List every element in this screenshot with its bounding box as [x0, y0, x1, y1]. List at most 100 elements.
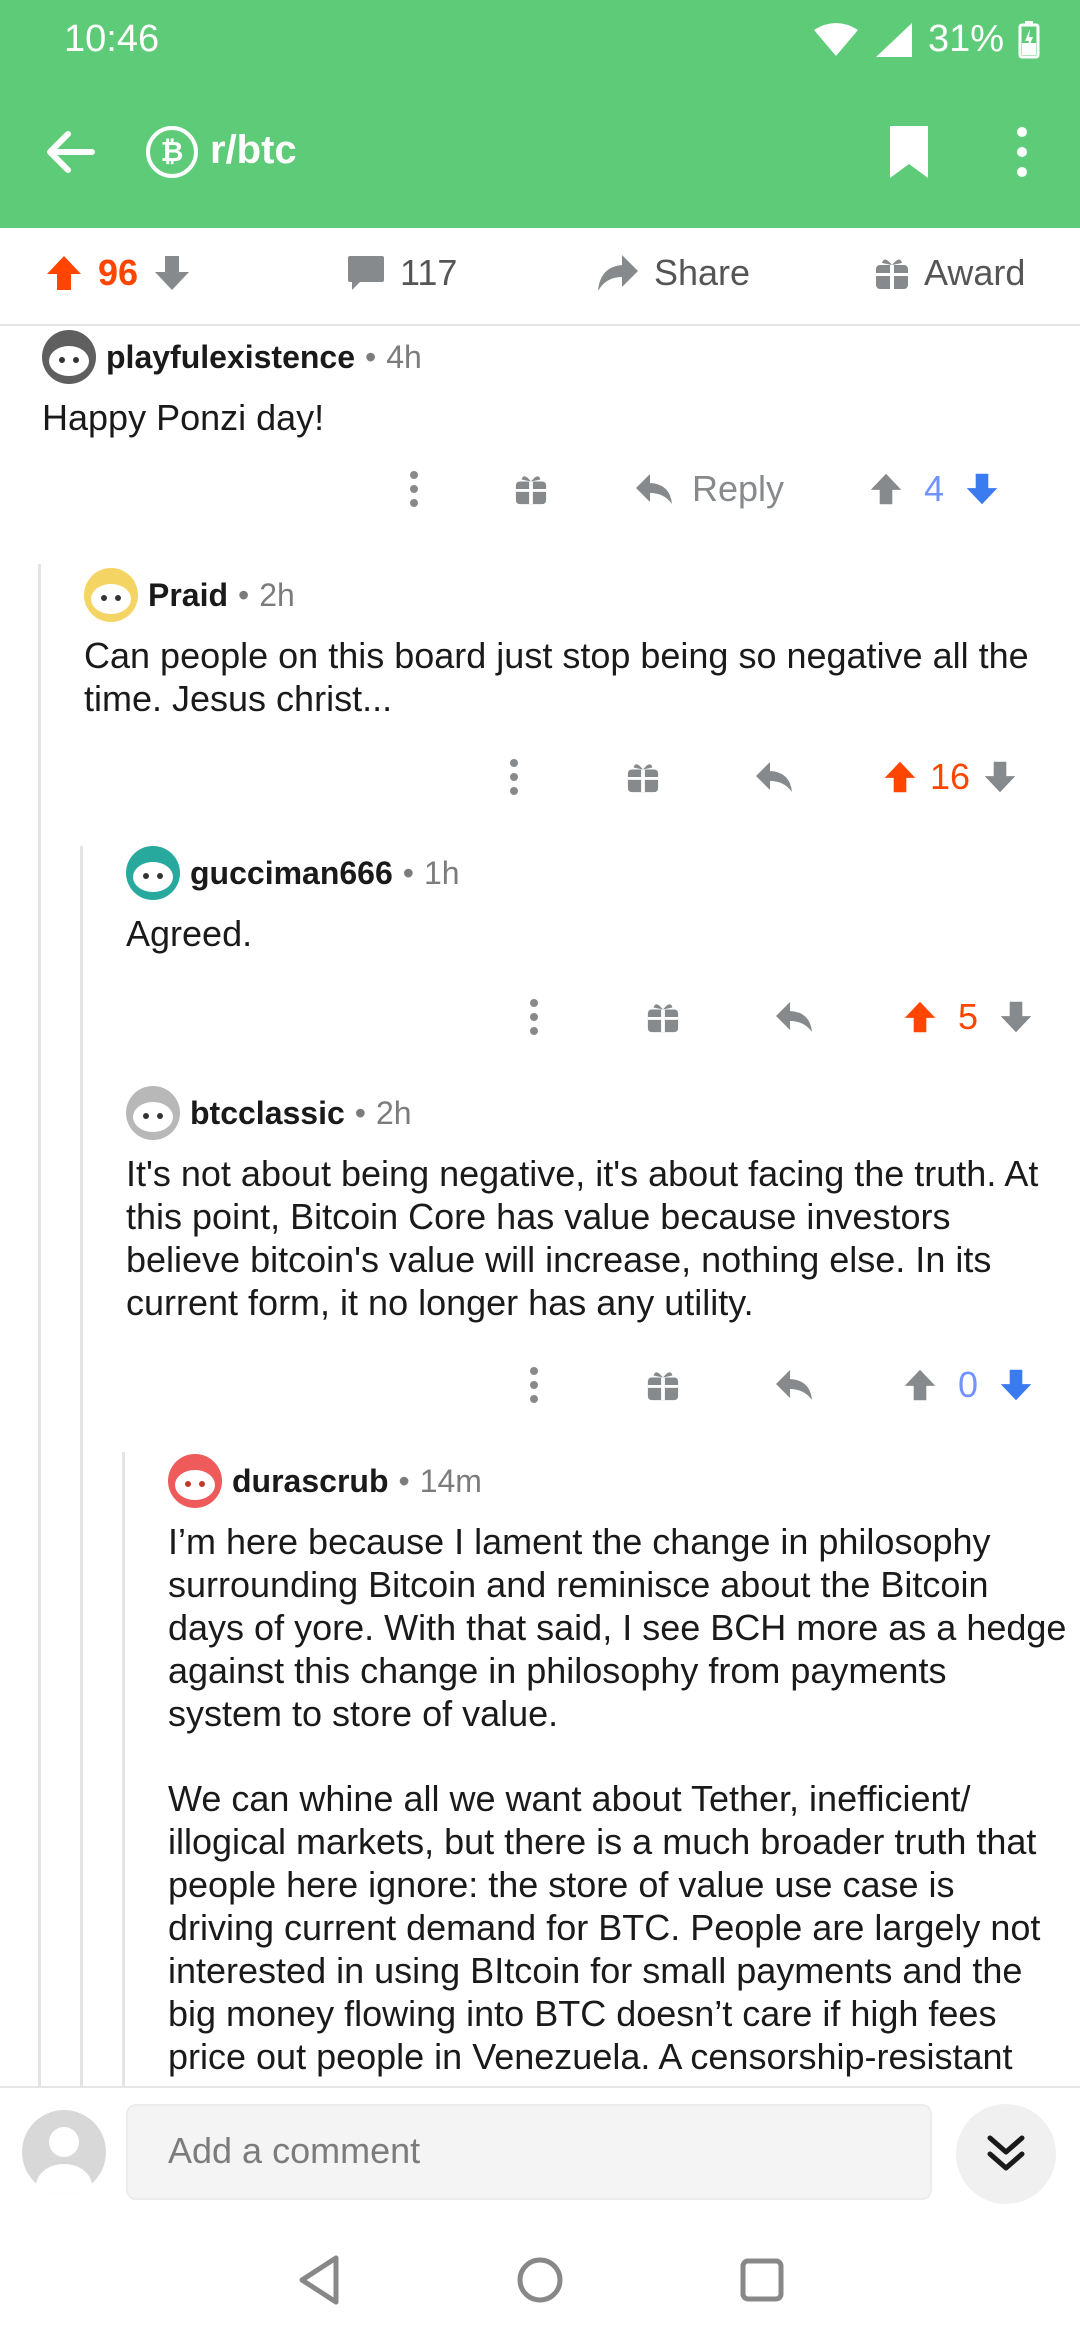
- more-options-icon[interactable]: [506, 759, 522, 795]
- comment: gucciman666 • 1h Agreed.: [126, 846, 1066, 955]
- downvote-icon[interactable]: [998, 1367, 1034, 1403]
- system-nav-bar: [0, 2220, 1080, 2340]
- more-options-icon[interactable]: [526, 1367, 542, 1403]
- post-comment-count: 117: [400, 252, 458, 293]
- subreddit-icon[interactable]: ₿: [146, 126, 198, 178]
- comment-time: 14m: [419, 1462, 482, 1499]
- comment-paragraph: We can whine all we want about Tether, i…: [168, 1778, 1041, 2077]
- comment-vote-group: 16: [882, 756, 1018, 798]
- comment: durascrub • 14m I’m here because I lamen…: [168, 1454, 1068, 2078]
- comment-time: 4h: [386, 338, 422, 375]
- thread-line: [122, 1452, 125, 2086]
- more-options-icon[interactable]: [406, 471, 422, 507]
- reply-button[interactable]: Reply: [634, 468, 784, 510]
- meta-separator: •: [402, 854, 414, 891]
- meta-separator: •: [238, 576, 250, 613]
- comment-username[interactable]: gucciman666: [190, 855, 393, 892]
- app-bar: ₿ r/btc: [0, 100, 1080, 204]
- comment: btcclassic • 2h It's not about being neg…: [126, 1086, 1066, 1324]
- reply-arrow-icon[interactable]: [754, 760, 794, 794]
- upvote-icon[interactable]: [868, 471, 904, 507]
- comment: playfulexistence • 4h Happy Ponzi day!: [42, 330, 1052, 439]
- meta-separator: •: [398, 1462, 410, 1499]
- double-chevron-down-icon: [987, 2135, 1025, 2171]
- comment-text: Happy Ponzi day!: [42, 397, 325, 438]
- downvote-icon[interactable]: [998, 999, 1034, 1035]
- comment-body: Happy Ponzi day!: [42, 396, 1052, 439]
- cellular-signal-icon: [875, 22, 912, 57]
- wifi-icon: [813, 22, 858, 56]
- reply-arrow-icon[interactable]: [774, 1000, 814, 1034]
- comment-vote-group: 5: [902, 996, 1034, 1038]
- award-label: Award: [924, 252, 1026, 293]
- reply-label: Reply: [692, 468, 785, 509]
- nav-back-icon[interactable]: [290, 2250, 350, 2310]
- comment-time: 1h: [423, 854, 460, 891]
- comment-actions: 16: [506, 756, 1018, 798]
- comment-time: 2h: [375, 1094, 412, 1131]
- comment-composer-bar: Add a comment: [0, 2086, 1080, 2220]
- comment-text: It's not about being negative, it's abou…: [126, 1153, 1039, 1323]
- comment-bubble-icon: [348, 256, 384, 290]
- post-score: 96: [98, 252, 139, 293]
- comment-body: I’m here because I lament the change in …: [168, 1520, 1068, 2078]
- upvote-icon[interactable]: [902, 1367, 938, 1403]
- post-award-button[interactable]: Award: [874, 252, 1025, 294]
- user-avatar[interactable]: [126, 1086, 180, 1140]
- more-options-icon[interactable]: [526, 999, 542, 1035]
- comment-actions: 5: [526, 996, 1034, 1038]
- downvote-icon[interactable]: [982, 759, 1018, 795]
- user-avatar[interactable]: [42, 330, 96, 384]
- comment-username[interactable]: btcclassic: [190, 1095, 345, 1132]
- status-time: 10:46: [64, 18, 160, 60]
- share-label: Share: [654, 252, 751, 293]
- comment-vote-group: 0: [902, 1364, 1034, 1406]
- gift-icon[interactable]: [626, 760, 660, 794]
- gift-icon[interactable]: [514, 472, 548, 506]
- post-comments-button[interactable]: 117: [346, 252, 457, 294]
- comment-text: Can people on this board just stop being…: [84, 635, 1029, 719]
- expand-comments-button[interactable]: [956, 2104, 1056, 2204]
- comment-username[interactable]: Praid: [148, 577, 228, 614]
- comment-time: 2h: [259, 576, 295, 613]
- app-header: 10:46 31% ₿ r/btc: [0, 0, 1080, 228]
- comment-score: 5: [957, 996, 979, 1037]
- nav-home-icon[interactable]: [510, 2250, 570, 2310]
- nav-recents-icon[interactable]: [732, 2250, 792, 2310]
- battery-percent: 31%: [927, 18, 1004, 60]
- add-comment-input[interactable]: Add a comment: [126, 2104, 932, 2200]
- user-avatar[interactable]: [168, 1454, 222, 1508]
- comment-score: 16: [930, 756, 971, 797]
- comment: Praid • 2h Can people on this board just…: [84, 568, 1064, 720]
- gift-icon[interactable]: [646, 1000, 680, 1034]
- upvote-icon[interactable]: [44, 253, 84, 293]
- comment-username[interactable]: playfulexistence: [106, 339, 355, 376]
- downvote-icon[interactable]: [152, 253, 192, 293]
- post-vote-group: 96: [44, 252, 192, 294]
- overflow-menu-icon[interactable]: [1006, 126, 1038, 178]
- reply-arrow-icon[interactable]: [774, 1368, 814, 1402]
- user-avatar[interactable]: [126, 846, 180, 900]
- user-avatar[interactable]: [84, 568, 138, 622]
- comment-body: It's not about being negative, it's abou…: [126, 1152, 1066, 1324]
- current-user-avatar[interactable]: [22, 2110, 106, 2194]
- back-arrow-icon[interactable]: [40, 122, 100, 182]
- reply-arrow-icon: [636, 474, 672, 504]
- upvote-icon[interactable]: [902, 999, 938, 1035]
- comment-score: 4: [924, 468, 945, 509]
- comment-paragraph: I’m here because I lament the change in …: [168, 1521, 1067, 1734]
- thread-line: [80, 846, 83, 2086]
- post-share-button[interactable]: Share: [596, 252, 750, 294]
- comment-thread: playfulexistence • 4h Happy Ponzi day! R…: [0, 326, 1080, 2086]
- upvote-icon[interactable]: [882, 759, 918, 795]
- meta-separator: •: [354, 1094, 366, 1131]
- bookmark-icon[interactable]: [886, 124, 932, 180]
- downvote-icon[interactable]: [964, 471, 1000, 507]
- status-bar: 10:46 31%: [0, 0, 1080, 80]
- gift-icon[interactable]: [646, 1368, 680, 1402]
- comment-score: 0: [957, 1364, 979, 1405]
- gift-icon: [876, 259, 908, 289]
- subreddit-name[interactable]: r/btc: [210, 128, 297, 173]
- share-arrow-icon: [598, 255, 638, 291]
- comment-username[interactable]: durascrub: [232, 1463, 388, 1500]
